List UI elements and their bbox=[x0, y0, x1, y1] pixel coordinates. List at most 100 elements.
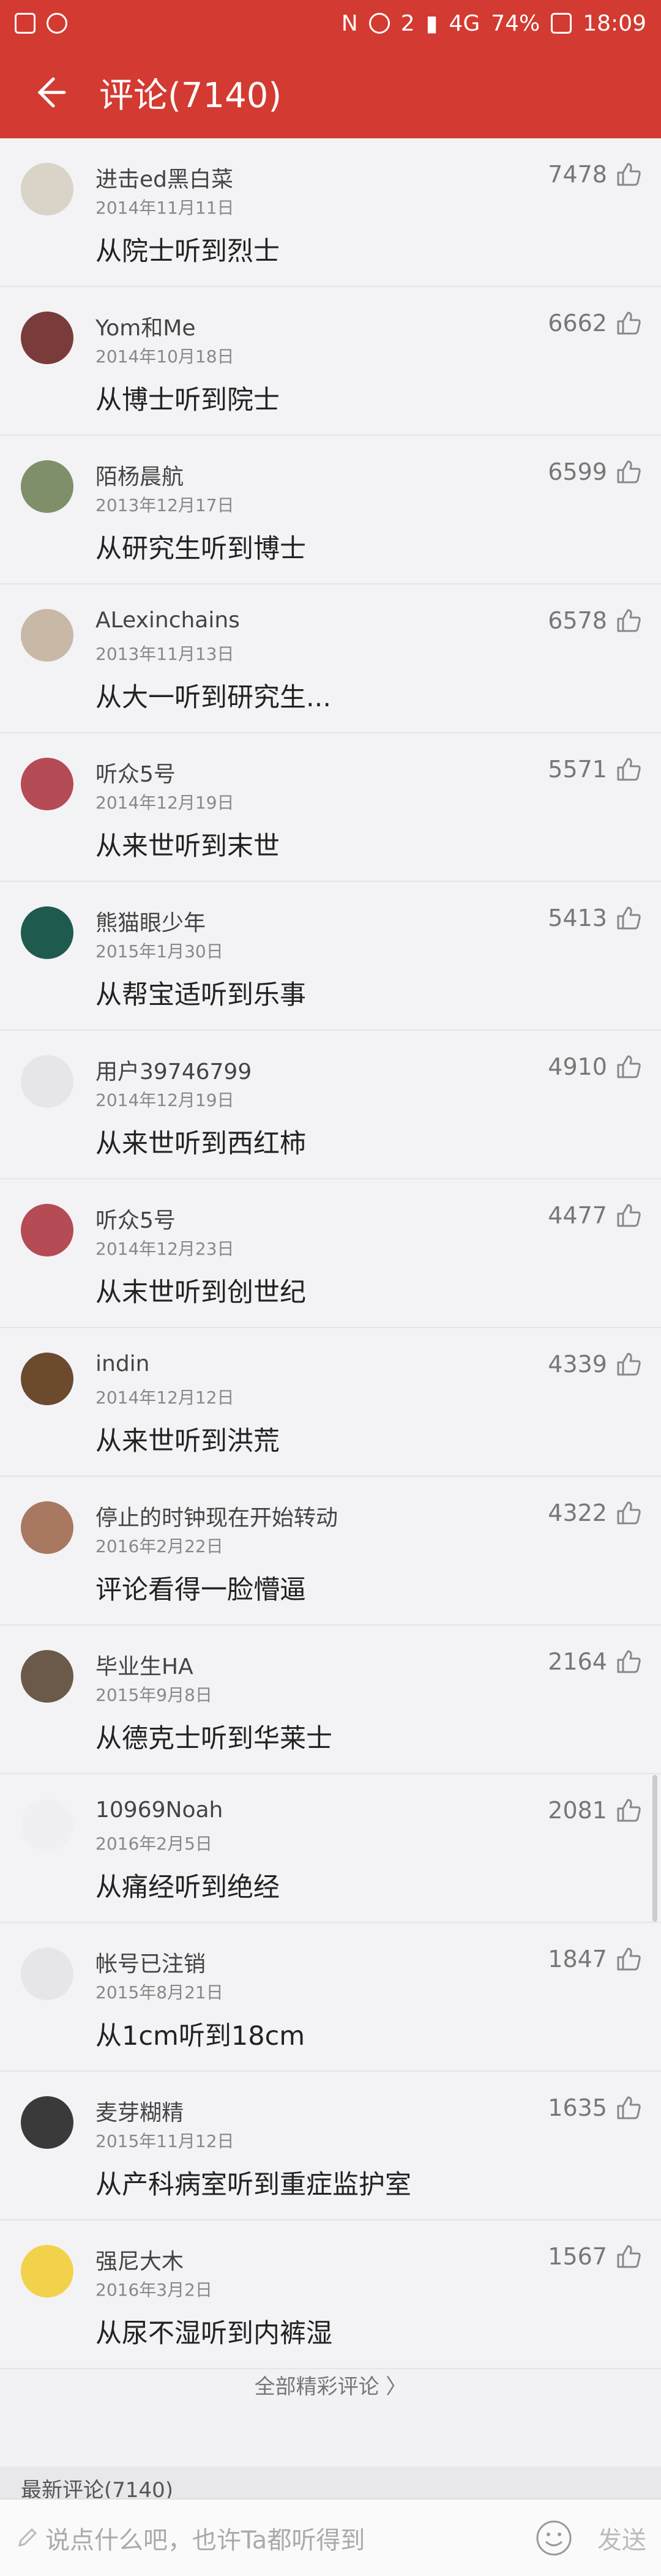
like-button[interactable]: 5571 bbox=[548, 755, 643, 783]
comment-author[interactable]: 进击ed黑白菜 bbox=[95, 162, 233, 193]
comment-date: 2014年12月19日 bbox=[95, 793, 234, 813]
thumbs-up-icon bbox=[617, 312, 641, 335]
sim-indicator: 2 bbox=[400, 10, 415, 36]
comment-item[interactable]: ALexinchains 2013年11月13日从大一听到研究生... 6578 bbox=[0, 584, 661, 733]
comment-item[interactable]: 进击ed黑白菜 2014年11月11日 从院士听到烈士 7478 bbox=[0, 138, 661, 287]
comment-date: 2014年12月12日 bbox=[95, 1387, 234, 1408]
comment-author[interactable]: 用户39746799 bbox=[95, 1054, 252, 1086]
comment-author[interactable]: 强尼大木 bbox=[95, 2244, 184, 2275]
like-count: 4910 bbox=[548, 1053, 607, 1080]
comment-text: 从尿不湿听到内裤湿 bbox=[95, 2318, 332, 2349]
like-button[interactable]: 7478 bbox=[548, 160, 643, 189]
avatar[interactable] bbox=[21, 2096, 73, 2149]
comment-author[interactable]: 毕业生HA bbox=[95, 1649, 193, 1681]
comment-text: 评论看得一脸懵逼 bbox=[95, 1575, 306, 1605]
comment-author[interactable]: 停止的时钟现在开始转动 bbox=[95, 1500, 338, 1532]
comment-date: 2013年12月17日 bbox=[95, 495, 234, 515]
like-button[interactable]: 4339 bbox=[548, 1350, 643, 1378]
avatar[interactable] bbox=[21, 2245, 73, 2298]
comment-item[interactable]: 停止的时钟现在开始转动 2016年2月22日 评论看得一脸懵逼 4322 bbox=[0, 1477, 661, 1626]
comment-item[interactable]: 陌杨晨航 2013年12月17日 从研究生听到博士 6599 bbox=[0, 436, 661, 584]
smile-icon[interactable] bbox=[535, 2519, 573, 2557]
comment-item[interactable]: indin 2014年12月12日从来世听到洪荒 4339 bbox=[0, 1328, 661, 1477]
comment-text: 从1cm听到18cm bbox=[95, 2021, 305, 2051]
comment-author[interactable]: 麦芽糊精 bbox=[95, 2095, 184, 2127]
avatar[interactable] bbox=[21, 1055, 73, 1108]
comment-text: 从来世听到洪荒 bbox=[95, 1426, 280, 1457]
thumbs-up-icon bbox=[617, 906, 641, 930]
comment-text: 从末世听到创世纪 bbox=[95, 1277, 306, 1308]
like-button[interactable]: 6578 bbox=[548, 607, 643, 635]
like-button[interactable]: 2081 bbox=[548, 1796, 643, 1824]
avatar[interactable] bbox=[21, 609, 73, 662]
like-button[interactable]: 1847 bbox=[548, 1945, 643, 1973]
like-count: 4322 bbox=[548, 1499, 607, 1526]
avatar[interactable] bbox=[21, 906, 73, 959]
avatar[interactable] bbox=[21, 1947, 73, 2000]
comment-date: 2014年12月23日 bbox=[95, 1239, 234, 1259]
avatar[interactable] bbox=[21, 460, 73, 513]
like-count: 6578 bbox=[548, 607, 607, 634]
like-button[interactable]: 4322 bbox=[548, 1499, 643, 1527]
like-count: 5413 bbox=[548, 905, 607, 931]
like-button[interactable]: 6599 bbox=[548, 458, 643, 486]
comment-item[interactable]: Yom和Me 2014年10月18日 从博士听到院士 6662 bbox=[0, 287, 661, 436]
comment-author[interactable]: 听众5号 bbox=[95, 756, 176, 788]
comment-author[interactable]: Yom和Me bbox=[95, 310, 196, 342]
comment-item[interactable]: 听众5号 2014年12月19日从来世听到末世 5571 bbox=[0, 733, 661, 882]
app-bar: 评论(7140) bbox=[0, 47, 661, 138]
comment-item[interactable]: 10969Noah 2016年2月5日 从痛经听到绝经 2081 bbox=[0, 1774, 661, 1923]
like-button[interactable]: 2164 bbox=[548, 1648, 643, 1676]
comment-author[interactable]: indin bbox=[95, 1351, 150, 1376]
like-button[interactable]: 1567 bbox=[548, 2242, 643, 2271]
comment-date: 2013年11月13日 bbox=[95, 644, 234, 664]
like-button[interactable]: 4477 bbox=[548, 1201, 643, 1230]
back-arrow-icon[interactable] bbox=[27, 71, 70, 114]
avatar[interactable] bbox=[21, 312, 73, 364]
all-comments-link[interactable]: 全部精彩评论 〉 bbox=[0, 2370, 661, 2400]
comment-item[interactable]: 麦芽糊精 2015年11月12日 从产科病室听到重症监护室 1635 bbox=[0, 2072, 661, 2220]
scrollbar[interactable] bbox=[652, 1775, 657, 1922]
thumbs-up-icon bbox=[617, 1204, 641, 1227]
like-button[interactable]: 4910 bbox=[548, 1053, 643, 1081]
comment-text: 从产科病室听到重症监护室 bbox=[95, 2170, 411, 2200]
comment-date: 2015年8月21日 bbox=[95, 1982, 223, 2003]
comment-author[interactable]: 熊猫眼少年 bbox=[95, 905, 206, 937]
comment-item[interactable]: 毕业生HA 2015年9月8日 从德克士听到华莱士 2164 bbox=[0, 1626, 661, 1774]
comment-item[interactable]: 帐号已注销 2015年8月21日从1cm听到18cm 1847 bbox=[0, 1923, 661, 2072]
comment-text: 从来世听到末世 bbox=[95, 831, 280, 862]
comment-author[interactable]: 帐号已注销 bbox=[95, 1946, 206, 1978]
comment-author[interactable]: 陌杨晨航 bbox=[95, 459, 184, 491]
comment-author[interactable]: ALexinchains bbox=[95, 608, 240, 633]
like-count: 2164 bbox=[548, 1648, 607, 1675]
battery-level: 74% bbox=[491, 10, 540, 36]
gallery-icon bbox=[15, 13, 35, 34]
like-button[interactable]: 1635 bbox=[548, 2094, 643, 2122]
like-count: 5571 bbox=[548, 756, 607, 783]
like-button[interactable]: 5413 bbox=[548, 904, 643, 932]
comment-date: 2014年12月19日 bbox=[95, 1090, 234, 1110]
avatar[interactable] bbox=[21, 1501, 73, 1554]
comment-date: 2016年2月5日 bbox=[95, 1834, 212, 1854]
clock: 18:09 bbox=[583, 10, 646, 36]
avatar[interactable] bbox=[21, 758, 73, 810]
avatar[interactable] bbox=[21, 1799, 73, 1851]
comment-date: 2014年11月11日 bbox=[95, 198, 234, 218]
avatar[interactable] bbox=[21, 1204, 73, 1256]
avatar[interactable] bbox=[21, 163, 73, 215]
comment-text: 从大一听到研究生... bbox=[95, 682, 332, 713]
avatar[interactable] bbox=[21, 1650, 73, 1703]
like-count: 1847 bbox=[548, 1946, 607, 1973]
like-button[interactable]: 6662 bbox=[548, 309, 643, 337]
avatar[interactable] bbox=[21, 1353, 73, 1405]
send-button[interactable]: 发送 bbox=[597, 2520, 646, 2556]
comment-input[interactable]: 说点什么吧，也许Ta都听得到 bbox=[15, 2520, 535, 2556]
nfc-icon: N bbox=[341, 10, 358, 36]
comment-author[interactable]: 10969Noah bbox=[95, 1798, 223, 1823]
comment-item[interactable]: 用户39746799 2014年12月19日 从来世听到西红柿 4910 bbox=[0, 1031, 661, 1179]
comment-item[interactable]: 熊猫眼少年 2015年1月30日 从帮宝适听到乐事 5413 bbox=[0, 882, 661, 1031]
comment-item[interactable]: 强尼大木 2016年3月2日 从尿不湿听到内裤湿 1567 bbox=[0, 2220, 661, 2369]
comment-item[interactable]: 听众5号 2014年12月23日从末世听到创世纪 4477 bbox=[0, 1179, 661, 1328]
comment-author[interactable]: 听众5号 bbox=[95, 1203, 176, 1234]
thumbs-up-icon bbox=[617, 1501, 641, 1525]
